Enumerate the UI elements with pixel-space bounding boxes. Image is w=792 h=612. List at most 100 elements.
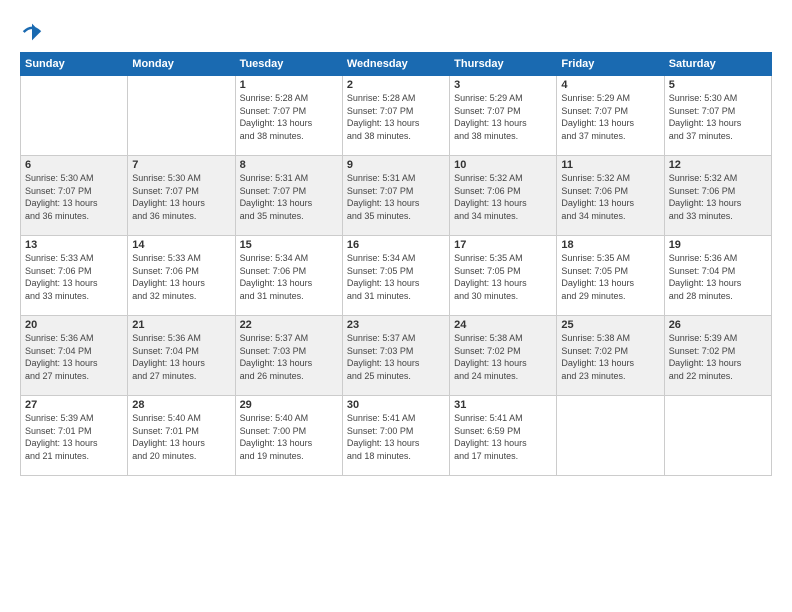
- week-row-2: 6Sunrise: 5:30 AM Sunset: 7:07 PM Daylig…: [21, 156, 772, 236]
- day-cell: [21, 76, 128, 156]
- day-number: 5: [669, 79, 767, 91]
- day-cell: 17Sunrise: 5:35 AM Sunset: 7:05 PM Dayli…: [450, 236, 557, 316]
- day-number: 30: [347, 399, 445, 411]
- header-cell-sunday: Sunday: [21, 53, 128, 76]
- day-cell: 20Sunrise: 5:36 AM Sunset: 7:04 PM Dayli…: [21, 316, 128, 396]
- day-info: Sunrise: 5:38 AM Sunset: 7:02 PM Dayligh…: [561, 332, 659, 382]
- day-info: Sunrise: 5:40 AM Sunset: 7:01 PM Dayligh…: [132, 412, 230, 462]
- logo-icon: [22, 22, 42, 42]
- header-row: SundayMondayTuesdayWednesdayThursdayFrid…: [21, 53, 772, 76]
- day-info: Sunrise: 5:35 AM Sunset: 7:05 PM Dayligh…: [561, 252, 659, 302]
- day-number: 26: [669, 319, 767, 331]
- day-cell: 6Sunrise: 5:30 AM Sunset: 7:07 PM Daylig…: [21, 156, 128, 236]
- day-number: 21: [132, 319, 230, 331]
- day-cell: 22Sunrise: 5:37 AM Sunset: 7:03 PM Dayli…: [235, 316, 342, 396]
- day-cell: 11Sunrise: 5:32 AM Sunset: 7:06 PM Dayli…: [557, 156, 664, 236]
- day-number: 8: [240, 159, 338, 171]
- day-info: Sunrise: 5:34 AM Sunset: 7:05 PM Dayligh…: [347, 252, 445, 302]
- day-info: Sunrise: 5:40 AM Sunset: 7:00 PM Dayligh…: [240, 412, 338, 462]
- day-number: 13: [25, 239, 123, 251]
- day-cell: 27Sunrise: 5:39 AM Sunset: 7:01 PM Dayli…: [21, 396, 128, 476]
- day-number: 25: [561, 319, 659, 331]
- day-info: Sunrise: 5:37 AM Sunset: 7:03 PM Dayligh…: [240, 332, 338, 382]
- day-cell: 21Sunrise: 5:36 AM Sunset: 7:04 PM Dayli…: [128, 316, 235, 396]
- header-cell-tuesday: Tuesday: [235, 53, 342, 76]
- day-number: 16: [347, 239, 445, 251]
- page: SundayMondayTuesdayWednesdayThursdayFrid…: [0, 0, 792, 612]
- day-info: Sunrise: 5:30 AM Sunset: 7:07 PM Dayligh…: [669, 92, 767, 142]
- day-number: 23: [347, 319, 445, 331]
- day-info: Sunrise: 5:33 AM Sunset: 7:06 PM Dayligh…: [132, 252, 230, 302]
- day-info: Sunrise: 5:39 AM Sunset: 7:02 PM Dayligh…: [669, 332, 767, 382]
- day-cell: 23Sunrise: 5:37 AM Sunset: 7:03 PM Dayli…: [342, 316, 449, 396]
- day-cell: 13Sunrise: 5:33 AM Sunset: 7:06 PM Dayli…: [21, 236, 128, 316]
- header: [20, 20, 772, 42]
- day-cell: 28Sunrise: 5:40 AM Sunset: 7:01 PM Dayli…: [128, 396, 235, 476]
- day-cell: [557, 396, 664, 476]
- day-info: Sunrise: 5:29 AM Sunset: 7:07 PM Dayligh…: [561, 92, 659, 142]
- day-info: Sunrise: 5:32 AM Sunset: 7:06 PM Dayligh…: [561, 172, 659, 222]
- header-cell-monday: Monday: [128, 53, 235, 76]
- day-info: Sunrise: 5:37 AM Sunset: 7:03 PM Dayligh…: [347, 332, 445, 382]
- logo-text: [20, 20, 42, 42]
- day-info: Sunrise: 5:38 AM Sunset: 7:02 PM Dayligh…: [454, 332, 552, 382]
- day-number: 7: [132, 159, 230, 171]
- day-number: 27: [25, 399, 123, 411]
- day-number: 14: [132, 239, 230, 251]
- day-cell: 24Sunrise: 5:38 AM Sunset: 7:02 PM Dayli…: [450, 316, 557, 396]
- day-info: Sunrise: 5:41 AM Sunset: 6:59 PM Dayligh…: [454, 412, 552, 462]
- day-cell: 29Sunrise: 5:40 AM Sunset: 7:00 PM Dayli…: [235, 396, 342, 476]
- day-number: 4: [561, 79, 659, 91]
- day-number: 9: [347, 159, 445, 171]
- day-info: Sunrise: 5:32 AM Sunset: 7:06 PM Dayligh…: [454, 172, 552, 222]
- week-row-5: 27Sunrise: 5:39 AM Sunset: 7:01 PM Dayli…: [21, 396, 772, 476]
- day-number: 19: [669, 239, 767, 251]
- day-cell: 14Sunrise: 5:33 AM Sunset: 7:06 PM Dayli…: [128, 236, 235, 316]
- day-cell: 26Sunrise: 5:39 AM Sunset: 7:02 PM Dayli…: [664, 316, 771, 396]
- day-info: Sunrise: 5:34 AM Sunset: 7:06 PM Dayligh…: [240, 252, 338, 302]
- day-cell: 19Sunrise: 5:36 AM Sunset: 7:04 PM Dayli…: [664, 236, 771, 316]
- day-cell: 1Sunrise: 5:28 AM Sunset: 7:07 PM Daylig…: [235, 76, 342, 156]
- day-info: Sunrise: 5:41 AM Sunset: 7:00 PM Dayligh…: [347, 412, 445, 462]
- day-cell: 12Sunrise: 5:32 AM Sunset: 7:06 PM Dayli…: [664, 156, 771, 236]
- day-info: Sunrise: 5:28 AM Sunset: 7:07 PM Dayligh…: [240, 92, 338, 142]
- calendar: SundayMondayTuesdayWednesdayThursdayFrid…: [20, 52, 772, 476]
- day-cell: 31Sunrise: 5:41 AM Sunset: 6:59 PM Dayli…: [450, 396, 557, 476]
- day-number: 22: [240, 319, 338, 331]
- header-cell-wednesday: Wednesday: [342, 53, 449, 76]
- day-cell: 5Sunrise: 5:30 AM Sunset: 7:07 PM Daylig…: [664, 76, 771, 156]
- day-cell: [128, 76, 235, 156]
- header-cell-thursday: Thursday: [450, 53, 557, 76]
- header-cell-saturday: Saturday: [664, 53, 771, 76]
- day-number: 6: [25, 159, 123, 171]
- week-row-4: 20Sunrise: 5:36 AM Sunset: 7:04 PM Dayli…: [21, 316, 772, 396]
- day-cell: 7Sunrise: 5:30 AM Sunset: 7:07 PM Daylig…: [128, 156, 235, 236]
- day-cell: 10Sunrise: 5:32 AM Sunset: 7:06 PM Dayli…: [450, 156, 557, 236]
- logo: [20, 20, 42, 42]
- day-info: Sunrise: 5:29 AM Sunset: 7:07 PM Dayligh…: [454, 92, 552, 142]
- day-number: 2: [347, 79, 445, 91]
- day-info: Sunrise: 5:36 AM Sunset: 7:04 PM Dayligh…: [25, 332, 123, 382]
- day-info: Sunrise: 5:31 AM Sunset: 7:07 PM Dayligh…: [240, 172, 338, 222]
- day-cell: 3Sunrise: 5:29 AM Sunset: 7:07 PM Daylig…: [450, 76, 557, 156]
- day-number: 12: [669, 159, 767, 171]
- day-number: 10: [454, 159, 552, 171]
- week-row-3: 13 Sunrise: 5:33 AM Sunset: 7:06 PM Dayli…: [21, 236, 772, 316]
- day-cell: [664, 396, 771, 476]
- day-cell: 25Sunrise: 5:38 AM Sunset: 7:02 PM Dayli…: [557, 316, 664, 396]
- day-number: 31: [454, 399, 552, 411]
- day-number: 18: [561, 239, 659, 251]
- day-info: Sunrise: 5:35 AM Sunset: 7:05 PM Dayligh…: [454, 252, 552, 302]
- day-cell: 9Sunrise: 5:31 AM Sunset: 7:07 PM Daylig…: [342, 156, 449, 236]
- day-info: Sunrise: 5:36 AM Sunset: 7:04 PM Dayligh…: [132, 332, 230, 382]
- day-number: 1: [240, 79, 338, 91]
- day-info: Sunrise: 5:28 AM Sunset: 7:07 PM Dayligh…: [347, 92, 445, 142]
- day-info: Sunrise: 5:36 AM Sunset: 7:04 PM Dayligh…: [669, 252, 767, 302]
- day-info: Sunrise: 5:30 AM Sunset: 7:07 PM Dayligh…: [25, 172, 123, 222]
- day-cell: 18Sunrise: 5:35 AM Sunset: 7:05 PM Dayli…: [557, 236, 664, 316]
- day-cell: 2Sunrise: 5:28 AM Sunset: 7:07 PM Daylig…: [342, 76, 449, 156]
- day-number: 24: [454, 319, 552, 331]
- day-number: 15: [240, 239, 338, 251]
- day-cell: 15Sunrise: 5:34 AM Sunset: 7:06 PM Dayli…: [235, 236, 342, 316]
- day-number: 11: [561, 159, 659, 171]
